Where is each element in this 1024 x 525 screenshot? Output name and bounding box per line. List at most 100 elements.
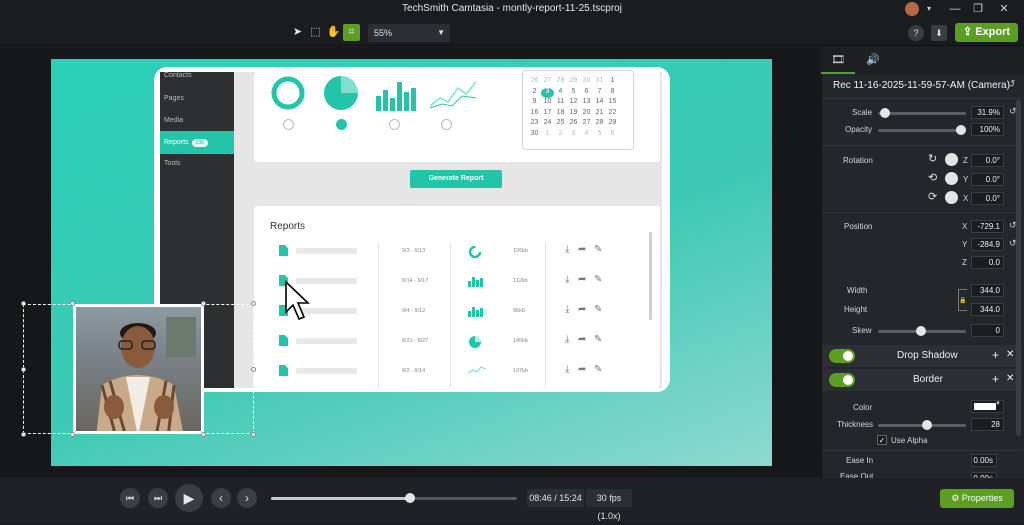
crop-tool-icon[interactable]: ⌗	[343, 24, 360, 41]
position-x-input[interactable]: -729.1	[971, 220, 1004, 233]
skew-slider-knob[interactable]	[916, 326, 926, 336]
avatar[interactable]	[905, 2, 919, 16]
scale-slider[interactable]	[878, 112, 966, 115]
sidebar-item-tools: Tools	[164, 160, 181, 167]
zoom-select[interactable]: 55% ▼	[368, 24, 450, 42]
reports-card	[254, 206, 660, 388]
share-icon: ➦	[578, 364, 587, 375]
opacity-slider[interactable]	[878, 129, 966, 132]
report-date-range: 8/21 - 8/27	[402, 338, 429, 344]
camera-resize-handle[interactable]	[201, 432, 206, 437]
thickness-slider-knob[interactable]	[922, 420, 932, 430]
panel-scrollbar[interactable]	[1016, 100, 1021, 436]
border-toggle[interactable]	[829, 373, 855, 387]
calendar-day: 3	[541, 87, 554, 98]
camera-resize-handle[interactable]	[70, 432, 75, 437]
rotation-z-input[interactable]: 0.0°	[971, 154, 1004, 167]
download-icon[interactable]: ⬇	[931, 25, 947, 41]
resize-handle[interactable]	[21, 301, 26, 306]
resize-handle[interactable]	[21, 367, 26, 372]
position-y-input[interactable]: -284.9	[971, 238, 1004, 251]
reports-title: Reports	[270, 221, 306, 232]
generate-report-button: Generate Report	[410, 170, 502, 188]
resize-handle[interactable]	[251, 432, 256, 437]
radio-bars	[389, 119, 400, 130]
close-icon[interactable]: ✕	[1006, 373, 1014, 384]
radio-ring	[283, 119, 294, 130]
resize-handle[interactable]	[251, 367, 256, 372]
camera-resize-handle[interactable]	[70, 301, 75, 306]
previous-frame-button[interactable]: ‹	[211, 488, 231, 508]
play-button[interactable]: ▶	[175, 484, 203, 512]
rewind-button[interactable]: ⏮	[120, 488, 140, 508]
rotation-z-dial[interactable]	[945, 153, 958, 166]
toolbar	[0, 18, 1024, 46]
time-display: 08:46 / 15:24	[527, 489, 584, 507]
arrow-tool-icon[interactable]: ➤	[289, 24, 306, 41]
height-input[interactable]: 344.0	[971, 303, 1004, 316]
calendar-day: 26	[569, 119, 578, 126]
opacity-input[interactable]: 100%	[971, 123, 1004, 136]
minimize-button[interactable]: —	[947, 2, 963, 16]
calendar-day: 21	[595, 108, 604, 116]
position-z-input[interactable]: 0.0	[971, 256, 1004, 269]
skew-input[interactable]: 0	[971, 324, 1004, 337]
chevron-down-icon[interactable]: ▾	[921, 2, 937, 16]
properties-button[interactable]: ⚙ Properties	[940, 489, 1014, 508]
ease-out-label: Ease Out	[840, 472, 874, 478]
border-label: Border	[913, 374, 944, 385]
resize-handle[interactable]	[251, 301, 256, 306]
add-icon[interactable]: +	[992, 372, 999, 386]
use-alpha-checkbox[interactable]: ✓	[877, 435, 887, 445]
rotation-x-dial[interactable]	[945, 191, 958, 204]
add-icon[interactable]: +	[992, 348, 999, 362]
thickness-input[interactable]: 28	[971, 418, 1004, 431]
calendar-day: 1	[545, 129, 550, 137]
help-button[interactable]: ?	[908, 25, 924, 41]
drop-shadow-toggle[interactable]	[829, 349, 855, 363]
calendar-day: 26	[530, 77, 539, 84]
restore-button[interactable]: ❐	[970, 2, 986, 16]
close-window-button[interactable]: ✕	[996, 2, 1012, 16]
edit-points-tool-icon[interactable]: ⬚	[307, 24, 324, 41]
lock-aspect-icon[interactable]: 🔒	[958, 289, 967, 311]
camera-resize-handle[interactable]	[201, 301, 206, 306]
report-size: 96kb	[513, 308, 525, 314]
rotation-y-dial[interactable]	[945, 172, 958, 185]
calendar-day: 28	[595, 119, 604, 126]
report-name-placeholder	[296, 338, 357, 344]
radio-line	[441, 119, 452, 130]
scale-label: Scale	[852, 108, 873, 117]
reset-icon[interactable]: ↺	[1007, 79, 1015, 90]
mouse-cursor-icon	[285, 280, 310, 321]
opacity-slider-knob[interactable]	[956, 125, 966, 135]
ease-in-input[interactable]: 0.00s	[971, 454, 997, 467]
calendar-day: 24	[543, 119, 552, 126]
pan-tool-icon[interactable]: ✋	[325, 24, 342, 41]
visual-properties-tab[interactable]: 🎞	[821, 47, 855, 74]
border-color-picker[interactable]: ▼	[971, 400, 1004, 413]
report-name-placeholder	[296, 368, 357, 374]
rotation-y-input[interactable]: 0.0°	[971, 173, 1004, 186]
audio-properties-tab[interactable]: 🔊	[856, 47, 890, 74]
scale-slider-knob[interactable]	[880, 108, 890, 118]
calendar-day: 17	[543, 108, 552, 116]
calendar-day: 27	[582, 119, 591, 126]
step-forward-button[interactable]: ⏭	[148, 488, 168, 508]
export-button[interactable]: ⇪ Export	[955, 23, 1018, 42]
ease-out-input[interactable]: 0.00s	[971, 472, 997, 478]
resize-handle[interactable]	[21, 432, 26, 437]
calendar-day: 15	[608, 98, 617, 105]
fps-display[interactable]: 30 fps (1.0x)	[586, 489, 632, 521]
next-frame-button[interactable]: ›	[237, 488, 257, 508]
report-size: 126kb	[513, 248, 528, 254]
bar-chart-icon	[376, 82, 416, 111]
scale-input[interactable]: 31.9%	[971, 106, 1004, 119]
rotation-x-input[interactable]: 0.0°	[971, 192, 1004, 205]
width-label: Width	[847, 286, 868, 295]
scrubber-knob[interactable]	[404, 493, 415, 503]
width-input[interactable]: 344.0	[971, 284, 1004, 297]
close-icon[interactable]: ✕	[1006, 349, 1014, 360]
gear-icon: ⚙	[951, 493, 960, 503]
camera-video-clip[interactable]	[73, 304, 204, 434]
